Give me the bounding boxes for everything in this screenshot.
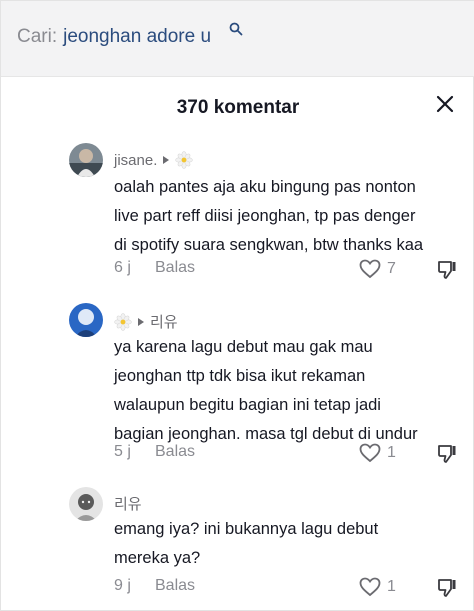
reply-button[interactable]: Balas (155, 577, 195, 595)
reply-arrow-icon (163, 156, 170, 164)
search-field[interactable]: Cari: jeonghan adore u (17, 26, 211, 48)
search-prefix: Cari: (17, 26, 58, 47)
reply-arrow-icon (138, 317, 144, 326)
comment-line: jeonghan ttp tdk bisa ikut rekaman (114, 367, 366, 385)
comment-footer: 9 j Balas 1 (114, 577, 464, 599)
comment-line: mereka ya? (114, 549, 201, 567)
like-count: 7 (387, 260, 396, 277)
comment-line: live part reff diisi jeonghan, tp pas de… (114, 207, 416, 225)
avatar[interactable] (69, 487, 103, 521)
heart-icon (359, 443, 381, 463)
like-count: 1 (387, 578, 396, 595)
comment-footer: 5 j Balas 1 (114, 443, 464, 465)
reply-button[interactable]: Balas (155, 443, 195, 461)
comment-text: oalah pantes aja aku bingung pas nonton … (114, 173, 464, 260)
search-bar[interactable]: Cari: jeonghan adore u (1, 1, 474, 77)
timestamp: 5 j (114, 443, 131, 460)
heart-icon (359, 577, 381, 597)
dislike-icon[interactable] (436, 259, 458, 281)
dislike-icon[interactable] (436, 443, 458, 465)
comment-text: emang iya? ini bukannya lagu debut merek… (114, 515, 464, 573)
dislike-icon[interactable] (436, 577, 458, 599)
comments-screen: Cari: jeonghan adore u 370 komentar jisan… (0, 0, 474, 611)
comment-meta: 리유 (114, 311, 178, 332)
comment-line: walaupun begitu bagian ini tetap jadi (114, 396, 381, 414)
username[interactable]: jisane. (114, 152, 157, 169)
comments-header: 370 komentar (1, 77, 474, 139)
like-button[interactable]: 1 (359, 577, 396, 597)
comment-meta: 리유 (114, 493, 142, 514)
comment-line: di spotify suara sengkwan, btw thanks ka… (114, 236, 424, 254)
avatar[interactable] (69, 143, 103, 177)
search-icon[interactable] (229, 22, 243, 36)
timestamp: 6 j (114, 259, 131, 276)
flower-emoji-icon (175, 151, 194, 169)
like-count: 1 (387, 444, 396, 461)
reply-button[interactable]: Balas (155, 259, 195, 277)
username[interactable]: 리유 (114, 493, 142, 514)
reply-to-username[interactable]: 리유 (150, 311, 178, 332)
like-button[interactable]: 1 (359, 443, 396, 463)
search-query[interactable]: jeonghan adore u (63, 26, 211, 47)
comment-text: ya karena lagu debut mau gak mau jeongha… (114, 333, 464, 449)
avatar[interactable] (69, 303, 103, 337)
comment-line: emang iya? ini bukannya lagu debut (114, 520, 379, 538)
flower-emoji-icon (114, 312, 132, 331)
heart-icon (359, 259, 381, 279)
comment-line: oalah pantes aja aku bingung pas nonton (114, 178, 416, 196)
comment-meta: jisane. (114, 151, 194, 169)
comment-count-title: 370 komentar (176, 97, 300, 118)
comment-footer: 6 j Balas 7 (114, 259, 464, 281)
close-icon[interactable] (434, 93, 456, 115)
like-button[interactable]: 7 (359, 259, 396, 279)
timestamp: 9 j (114, 577, 131, 594)
comment-line: ya karena lagu debut mau gak mau (114, 338, 373, 356)
